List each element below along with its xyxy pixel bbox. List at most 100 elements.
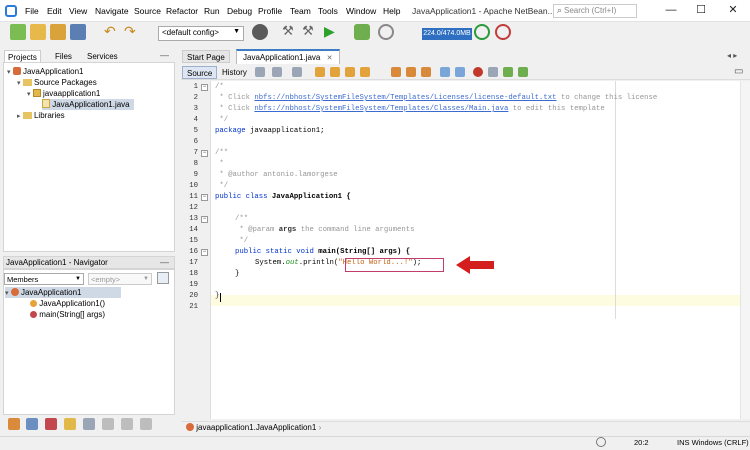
menu-refactor[interactable]: Refactor <box>166 6 198 16</box>
debug-icon[interactable] <box>354 24 370 40</box>
shift-right-icon[interactable] <box>455 67 465 77</box>
memory-indicator[interactable]: 224.0/474.0MB <box>422 28 472 40</box>
tree-label: JavaApplication1 <box>22 67 84 76</box>
forward-icon[interactable] <box>292 67 302 77</box>
menu-window[interactable]: Window <box>346 6 376 16</box>
fold-toggle-icon[interactable]: − <box>201 150 208 157</box>
stop-macro-icon[interactable] <box>488 67 498 77</box>
profile-icon[interactable] <box>378 24 394 40</box>
menu-run[interactable]: Run <box>204 6 220 16</box>
filter-fields-icon[interactable] <box>8 418 20 430</box>
fold-toggle-icon[interactable]: − <box>201 216 208 223</box>
template-link[interactable]: nbfs://nbhost/SystemFileSystem/Templates… <box>254 105 508 113</box>
open-project-icon[interactable] <box>50 24 66 40</box>
filter-static-icon[interactable] <box>26 418 38 430</box>
clean-build-icon[interactable]: ⚒ <box>300 24 316 40</box>
close-window-button[interactable]: ✕ <box>722 2 744 19</box>
navigator-item-constructor[interactable]: JavaApplication1() <box>30 298 105 309</box>
stop-gc-icon[interactable] <box>495 24 511 40</box>
new-project-icon[interactable] <box>30 24 46 40</box>
tab-list-icon[interactable]: ◂ ▸ <box>727 51 737 60</box>
source-button[interactable]: Source <box>182 66 218 79</box>
filter-inherited-icon[interactable] <box>83 418 95 430</box>
insert-mode-line-ending[interactable]: INS Windows (CRLF) <box>677 438 749 447</box>
fold-toggle-icon[interactable]: − <box>201 194 208 201</box>
shift-left-icon[interactable] <box>440 67 450 77</box>
back-icon[interactable] <box>272 67 282 77</box>
minimize-panel-icon[interactable]: — <box>160 50 169 60</box>
last-edit-icon[interactable] <box>255 67 265 77</box>
param-name: args <box>278 226 297 234</box>
find-previous-icon[interactable] <box>330 67 340 77</box>
line-number: 19 <box>189 281 198 289</box>
java-file-icon <box>42 99 50 108</box>
find-selection-icon[interactable] <box>315 67 325 77</box>
start-macro-icon[interactable] <box>473 67 483 77</box>
tree-item-source-packages[interactable]: ▾ Source Packages <box>17 77 97 88</box>
redo-icon[interactable]: ↷ <box>124 24 140 40</box>
toggle-highlight-icon[interactable] <box>360 67 370 77</box>
minimize-button[interactable]: — <box>660 2 682 19</box>
tree-item-java-file[interactable]: JavaApplication1.java <box>42 99 134 110</box>
search-input[interactable]: ⌕ Search (Ctrl+I) <box>553 4 637 18</box>
comment-icon[interactable] <box>503 67 513 77</box>
tree-item-libraries[interactable]: ▸ Libraries <box>17 110 65 121</box>
tab-javaapplication1-java[interactable]: JavaApplication1.java ✕ <box>236 49 340 64</box>
navigator-options-icon[interactable] <box>157 272 169 284</box>
editor-scrollbar[interactable] <box>740 81 750 419</box>
fold-toggle-icon[interactable]: − <box>201 249 208 256</box>
gc-icon[interactable] <box>474 24 490 40</box>
filter-inner-icon[interactable] <box>64 418 76 430</box>
menu-debug[interactable]: Debug <box>227 6 252 16</box>
members-select[interactable]: Members ▼ <box>4 273 84 285</box>
menu-view[interactable]: View <box>69 6 87 16</box>
undo-icon[interactable]: ↶ <box>104 24 120 40</box>
breadcrumb[interactable]: javaapplication1.JavaApplication1 › <box>186 423 321 432</box>
menu-profile[interactable]: Profile <box>258 6 282 16</box>
show-javadoc-icon[interactable] <box>140 418 152 430</box>
class-declaration: JavaApplication1 { <box>267 193 351 201</box>
chevron-down-icon: ▼ <box>143 276 149 282</box>
maximize-button[interactable]: ☐ <box>690 2 712 19</box>
minimize-navigator-icon[interactable]: — <box>160 257 169 267</box>
tree-item-package[interactable]: ▾ javaapplication1 <box>27 88 100 99</box>
code-line-8: * <box>215 160 224 168</box>
sort-source-icon[interactable] <box>121 418 133 430</box>
next-bookmark-icon[interactable] <box>421 67 431 77</box>
code-line-20: } <box>215 292 220 300</box>
code-line-9: * @author antonio.lamorgese <box>215 171 338 179</box>
filter-nonpublic-icon[interactable] <box>45 418 57 430</box>
history-button[interactable]: History <box>218 66 251 79</box>
uncomment-icon[interactable] <box>518 67 528 77</box>
notifications-icon[interactable] <box>596 437 606 447</box>
code-line-13: /** <box>235 215 249 223</box>
license-link[interactable]: nbfs://nbhost/SystemFileSystem/Templates… <box>254 94 556 102</box>
previous-bookmark-icon[interactable] <box>406 67 416 77</box>
toggle-bookmark-icon[interactable] <box>391 67 401 77</box>
comment-text: * Click <box>215 105 255 113</box>
tab-start-page[interactable]: Start Page <box>182 50 230 63</box>
menu-source[interactable]: Source <box>134 6 161 16</box>
globe-icon[interactable] <box>252 24 268 40</box>
netbeans-logo-icon <box>5 5 17 17</box>
menu-tools[interactable]: Tools <box>318 6 338 16</box>
menu-edit[interactable]: Edit <box>47 6 62 16</box>
menu-navigate[interactable]: Navigate <box>95 6 129 16</box>
find-next-icon[interactable] <box>345 67 355 77</box>
menu-help[interactable]: Help <box>383 6 400 16</box>
maximize-editor-icon[interactable]: ▭ <box>734 66 743 77</box>
menu-team[interactable]: Team <box>290 6 311 16</box>
line-number: 7 <box>193 149 198 157</box>
close-tab-icon[interactable]: ✕ <box>327 55 333 62</box>
build-hammer-icon[interactable]: ⚒ <box>280 24 296 40</box>
tree-item-project[interactable]: ▾ JavaApplication1 <box>7 66 83 77</box>
config-select[interactable]: <default config> ▼ <box>158 26 244 41</box>
navigator-item-main[interactable]: main(String[] args) <box>30 309 105 320</box>
new-file-icon[interactable] <box>10 24 26 40</box>
save-all-icon[interactable] <box>70 24 86 40</box>
menu-file[interactable]: File <box>25 6 39 16</box>
sort-name-icon[interactable] <box>102 418 114 430</box>
navigator-item-class[interactable]: ▾ JavaApplication1 <box>5 287 122 298</box>
fold-toggle-icon[interactable]: − <box>201 84 208 91</box>
run-icon[interactable]: ▶ <box>324 24 340 40</box>
